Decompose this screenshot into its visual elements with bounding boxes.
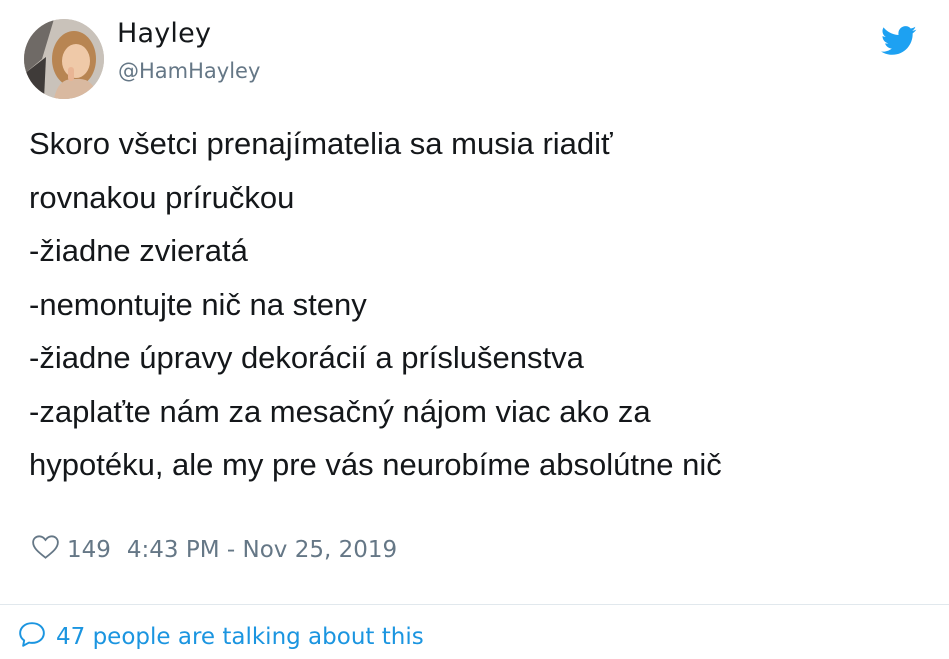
like-count[interactable]: 149 <box>67 537 111 563</box>
tweet-meta: 149 4:43 PM - Nov 25, 2019 <box>32 534 397 566</box>
talking-about-link[interactable]: 47 people are talking about this <box>18 620 424 654</box>
tweet-line: -žiadne zvieratá <box>29 233 248 268</box>
avatar[interactable] <box>24 19 104 99</box>
user-handle[interactable]: @HamHayley <box>118 59 260 83</box>
display-name[interactable]: Hayley <box>117 18 211 49</box>
tweet-line: -zaplaťte nám za mesačný nájom viac ako … <box>29 393 651 429</box>
tweet-line: -žiadne úpravy dekorácií a príslušenstva <box>29 340 584 375</box>
tweet-card: Hayley @HamHayley Skoro všetci prenajíma… <box>0 0 949 659</box>
talking-about-label[interactable]: 47 people are talking about this <box>56 624 424 650</box>
timestamp[interactable]: 4:43 PM - Nov 25, 2019 <box>127 537 397 563</box>
tweet-line: Skoro všetci prenajímatelia sa musia ria… <box>29 126 613 161</box>
divider <box>0 604 949 605</box>
tweet-line: hypotéku, ale my pre vás neurobíme absol… <box>29 447 722 482</box>
tweet-text: Skoro všetci prenajímatelia sa musia ria… <box>29 117 919 492</box>
twitter-bird-icon[interactable] <box>881 26 917 56</box>
speech-bubble-icon <box>18 621 56 654</box>
tweet-line: -nemontujte nič na steny <box>29 286 367 322</box>
tweet-line: rovnakou príručkou <box>29 179 295 215</box>
heart-icon[interactable] <box>32 535 67 565</box>
